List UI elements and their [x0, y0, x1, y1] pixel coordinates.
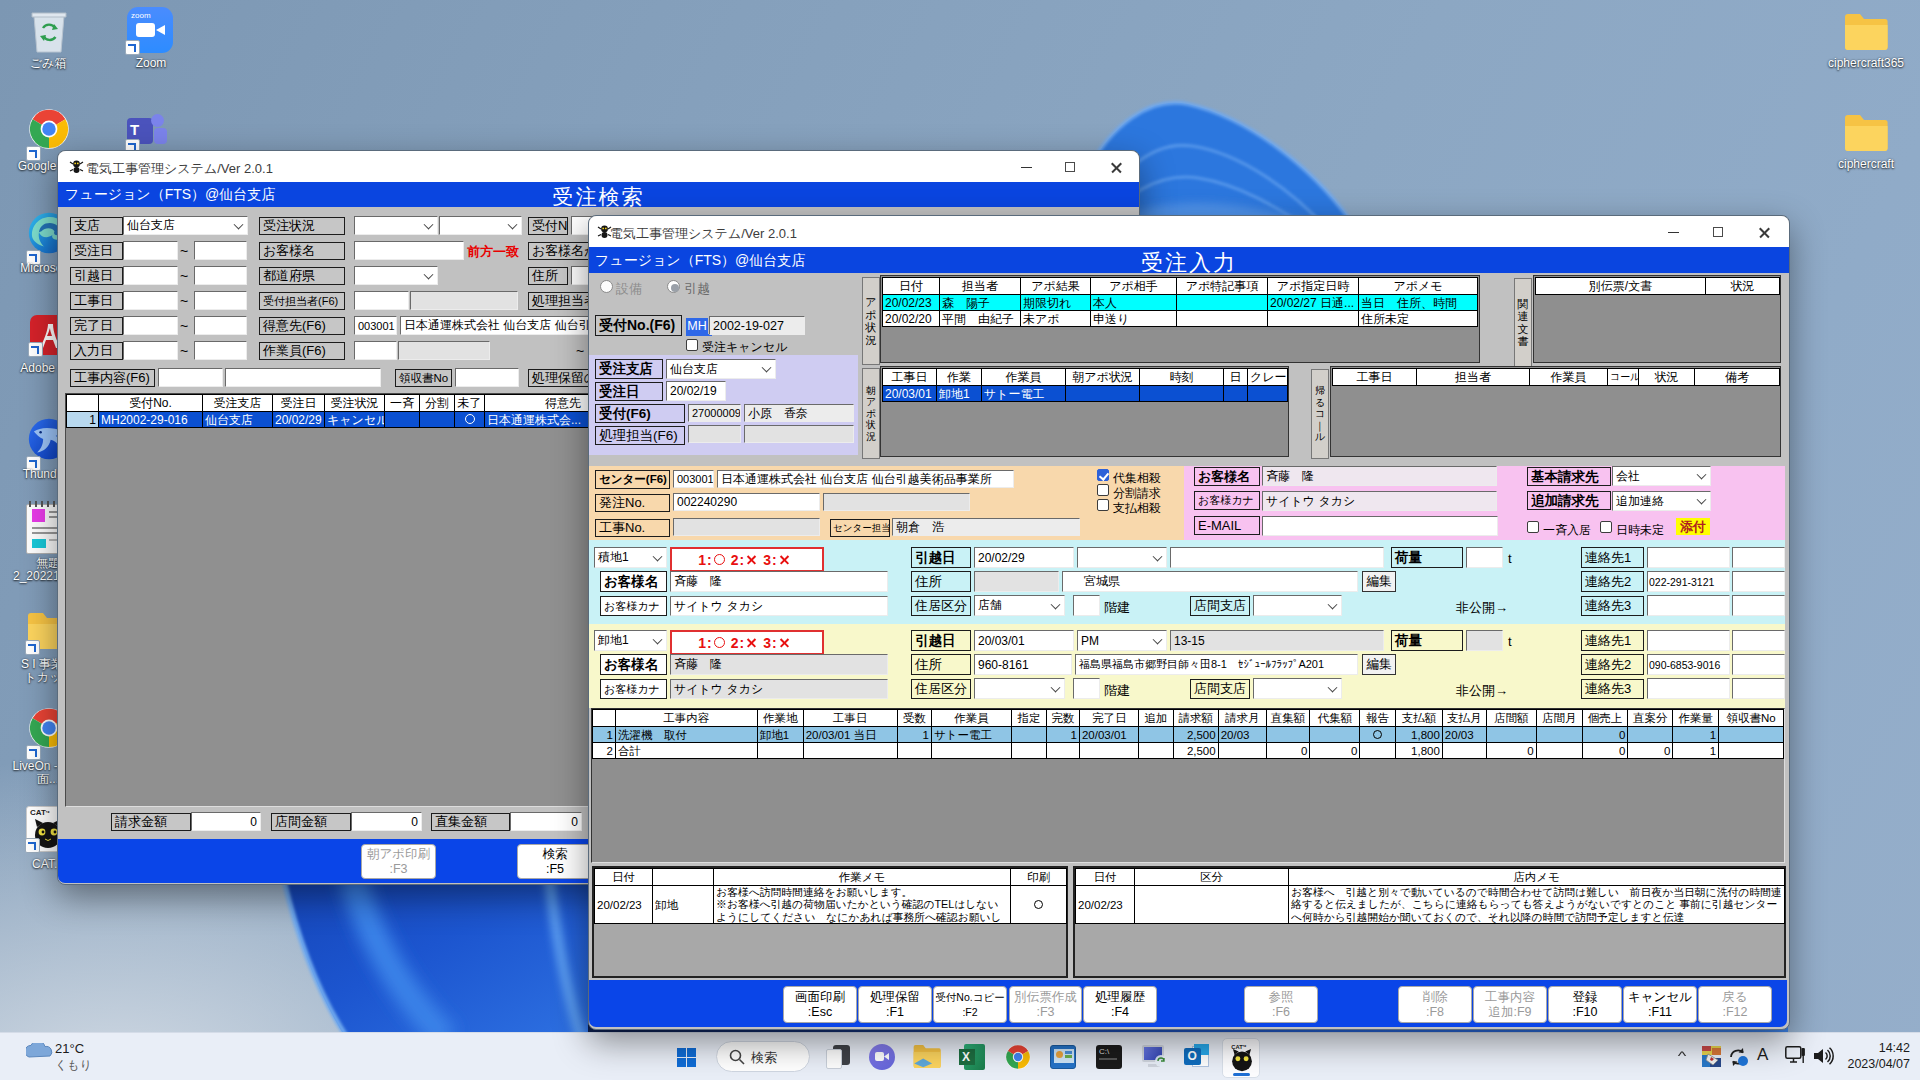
- svg-text:CAT'*: CAT'*: [1231, 1044, 1247, 1050]
